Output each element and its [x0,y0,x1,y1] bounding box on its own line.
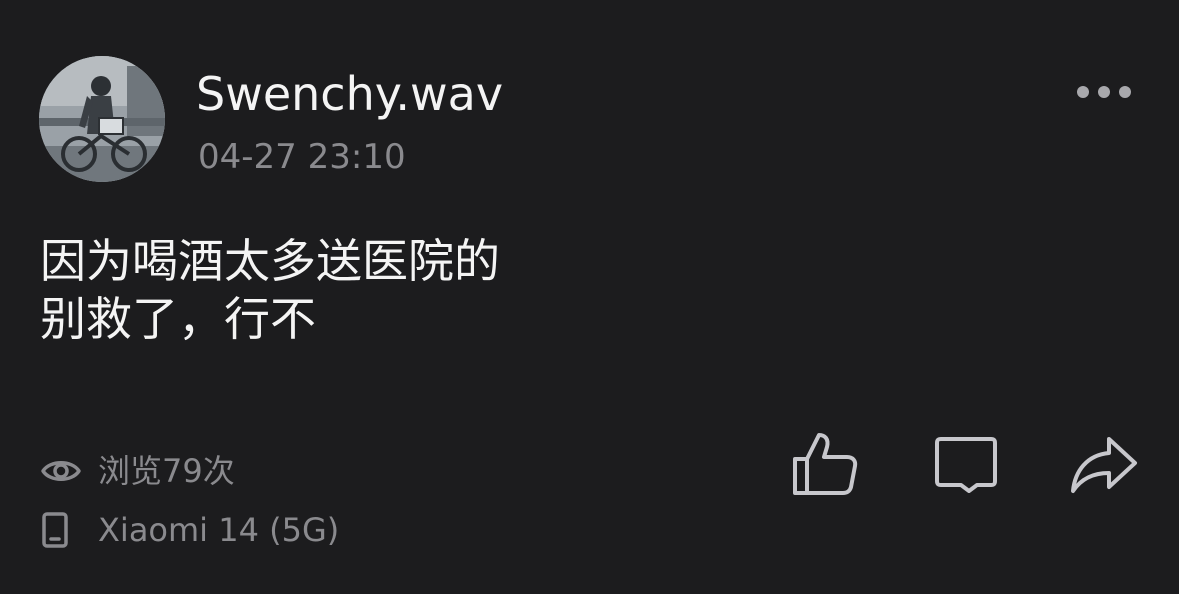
share-icon [1071,437,1137,493]
post-content-line: 因为喝酒太多送医院的 [40,234,500,288]
comment-icon [935,437,997,493]
view-count: 浏览79次 [40,451,235,491]
post-content: 因为喝酒太多送医院的 别救了，行不 [40,232,940,348]
more-dots-icon [1119,86,1131,98]
author-name[interactable]: Swenchy.wav [196,66,503,122]
view-count-text: 浏览79次 [98,452,235,490]
post-content-line: 别救了，行不 [40,292,316,346]
post-timestamp: 04-27 23:10 [198,137,406,177]
more-options-button[interactable] [1068,70,1140,114]
more-dots-icon [1077,86,1089,98]
device-info: Xiaomi 14 (5G) [40,510,339,550]
thumbs-up-icon [793,433,858,495]
avatar[interactable] [39,56,165,182]
more-dots-icon [1098,86,1110,98]
device-text: Xiaomi 14 (5G) [98,511,340,549]
comment-button[interactable] [928,426,1004,502]
like-button[interactable] [786,426,862,502]
eye-icon [40,451,84,491]
avatar-image [39,56,165,182]
phone-icon [40,510,84,550]
share-button[interactable] [1066,426,1142,502]
